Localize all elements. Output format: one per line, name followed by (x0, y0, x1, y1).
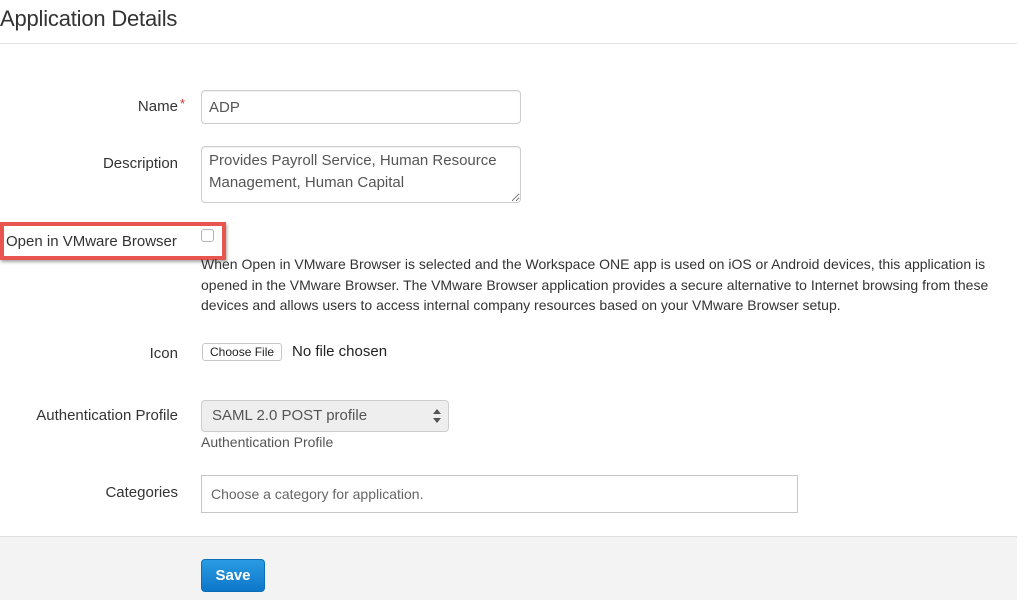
page-title: Application Details (0, 6, 178, 31)
required-asterisk: * (179, 96, 185, 111)
choose-file-button[interactable]: Choose File (202, 343, 283, 361)
file-status-text: No file chosen (292, 343, 388, 360)
icon-label: Icon (149, 345, 178, 362)
form-footer: Save (0, 536, 1017, 600)
categories-input[interactable] (201, 475, 798, 513)
description-label: Description (102, 155, 178, 172)
description-textarea[interactable]: Provides Payroll Service, Human Resource… (201, 146, 521, 203)
auth-profile-help-text: Authentication Profile (201, 434, 334, 450)
select-updown-arrows-icon (433, 409, 441, 423)
open-in-browser-help-text: When Open in VMware Browser is selected … (201, 256, 989, 313)
auth-profile-label: Authentication Profile (36, 407, 178, 424)
categories-label: Categories (105, 484, 178, 501)
auth-profile-select[interactable]: SAML 2.0 POST profile (201, 400, 449, 432)
name-label: Name * (137, 96, 185, 115)
title-divider (0, 43, 1017, 44)
application-details-page: Application Details Name* Description Pr… (0, 0, 1017, 600)
save-button[interactable]: Save (201, 559, 265, 592)
name-input[interactable] (201, 90, 521, 124)
name-label-text: Name (137, 98, 178, 115)
highlight-annotation-box (0, 222, 226, 260)
auth-profile-selected-value: SAML 2.0 POST profile (212, 407, 368, 424)
